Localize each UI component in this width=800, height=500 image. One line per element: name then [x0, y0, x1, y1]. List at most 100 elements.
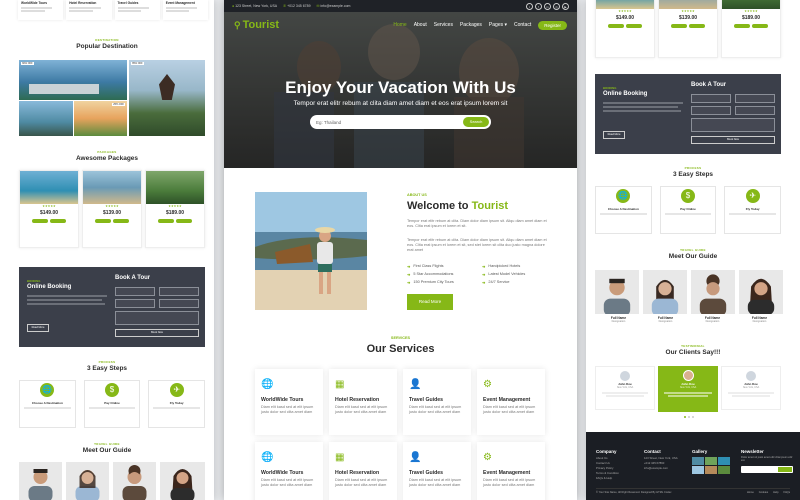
service-card[interactable]: ▦ Hotel Reservation Diam elit kasd sed at …: [329, 442, 397, 500]
newsletter-signup-button[interactable]: [778, 467, 792, 472]
feature-item: ➜ First Class Flights: [407, 262, 482, 270]
package-price: $149.00: [615, 14, 635, 21]
read-more-button[interactable]: [158, 219, 174, 224]
footer-bottom-link[interactable]: Home: [747, 491, 754, 494]
section-subtitle: PROCESS: [98, 360, 116, 364]
book-now-button[interactable]: [113, 219, 129, 224]
email-field[interactable]: [735, 94, 775, 103]
booking-title: Online Booking: [27, 284, 72, 290]
gallery-thumb[interactable]: [718, 466, 730, 474]
name-field[interactable]: [691, 94, 731, 103]
location-icon: ●: [232, 4, 235, 8]
read-more-button[interactable]: Read More: [407, 294, 453, 310]
destination-image[interactable]: 35% OFF: [129, 60, 205, 136]
gallery-thumb[interactable]: [692, 466, 704, 474]
service-card[interactable]: ⚙ Event Management Diam elit kasd sed at e…: [477, 369, 545, 435]
nav-services[interactable]: Services: [434, 22, 453, 28]
guide-role: Designation: [611, 320, 626, 323]
request-textarea[interactable]: [691, 118, 775, 132]
read-more-button[interactable]: [734, 23, 750, 28]
youtube-icon[interactable]: ▶: [562, 2, 569, 10]
nav-about[interactable]: About: [414, 22, 427, 28]
service-card[interactable]: ▦ Hotel Reservation Diam elit kasd sed at …: [329, 369, 397, 435]
destination-select[interactable]: [159, 299, 199, 308]
instagram-icon[interactable]: ◎: [553, 2, 560, 10]
guide-photo: [595, 270, 639, 314]
footer-link[interactable]: FAQs & Help: [596, 476, 619, 481]
book-now-button[interactable]: Book Now: [691, 136, 775, 144]
guide-photo: [691, 270, 735, 314]
gallery-thumb[interactable]: [705, 457, 717, 465]
footer-bottom-link[interactable]: FAQs: [784, 491, 791, 494]
search-button[interactable]: Search: [463, 117, 489, 127]
package-price: $189.00: [165, 210, 185, 217]
section-subtitle: PACKAGES: [97, 150, 117, 154]
nav-packages[interactable]: Packages: [460, 22, 482, 28]
destination-image[interactable]: 30% OFF: [19, 60, 127, 100]
service-card[interactable]: 🌐 WorldWide Tours Diam elit kasd sed at el…: [255, 369, 323, 435]
service-desc: Diam elit kasd sed at elit ipsum justo d…: [261, 405, 314, 414]
book-now-button[interactable]: [176, 219, 192, 224]
facebook-icon[interactable]: f: [535, 2, 542, 10]
about-paragraph: Tempor erat elitr rebum at clita. Diam d…: [407, 219, 547, 228]
read-more-button[interactable]: [671, 23, 687, 28]
booking-form-title: Book A Tour: [691, 82, 727, 88]
book-now-button[interactable]: [626, 23, 642, 28]
gallery-thumb[interactable]: [705, 466, 717, 474]
footer-bottom-link[interactable]: Help: [773, 491, 778, 494]
read-more-button[interactable]: [608, 23, 624, 28]
twitter-icon[interactable]: t: [526, 2, 533, 10]
read-more-button[interactable]: [32, 219, 48, 224]
name-field[interactable]: [115, 287, 155, 296]
nav-home[interactable]: Home: [393, 22, 406, 28]
read-more-button[interactable]: Read More: [27, 324, 49, 332]
destination-image[interactable]: [19, 101, 73, 136]
email-field[interactable]: [159, 287, 199, 296]
footer-bottom-links: Home Cookies Help FAQs: [747, 491, 790, 494]
section-title: Meet Our Guide: [668, 253, 718, 260]
package-price: $189.00: [741, 14, 761, 21]
about-title-text: Welcome to: [407, 200, 472, 212]
booking-title: Online Booking: [603, 91, 648, 97]
date-field[interactable]: [691, 106, 731, 115]
linkedin-icon[interactable]: in: [544, 2, 551, 10]
book-now-button[interactable]: Book Now: [115, 329, 199, 337]
services-subtitle: SERVICES: [390, 336, 411, 340]
book-now-button[interactable]: [752, 23, 768, 28]
step-title: Fly Today: [169, 401, 184, 405]
service-card[interactable]: 🌐 WorldWide Tours Diam elit kasd sed at el…: [255, 442, 323, 500]
gallery-thumb[interactable]: [692, 457, 704, 465]
service-card[interactable]: ⚙ Event Management Diam elit kasd sed at e…: [477, 442, 545, 500]
search-input[interactable]: Eg: Thailand: [316, 120, 341, 125]
package-price: $139.00: [102, 210, 122, 217]
arrow-right-icon: ➜: [482, 271, 486, 277]
date-field[interactable]: [115, 299, 155, 308]
footer-contact-lines: 123 Street, New York, USA +012 345 67890…: [644, 456, 678, 471]
gallery-thumb[interactable]: [718, 457, 730, 465]
request-textarea[interactable]: [115, 311, 199, 325]
hotel-icon: ▦: [335, 379, 345, 390]
service-card[interactable]: 👤 Travel Guides Diam elit kasd sed at elit…: [403, 369, 471, 435]
testimonial-card[interactable]: John Doe New York, USA: [595, 366, 655, 410]
testimonial-card-active[interactable]: John Doe New York, USA: [658, 366, 718, 412]
brand-logo[interactable]: ⚲ Tourist: [234, 19, 279, 31]
nav-pages-dropdown[interactable]: Pages ▾: [489, 22, 507, 28]
nav-contact[interactable]: Contact: [514, 22, 531, 28]
booking-form-title: Book A Tour: [115, 275, 151, 281]
register-button[interactable]: Register: [538, 20, 567, 30]
globe-icon: 🌐: [261, 452, 274, 463]
testimonial-card[interactable]: John Doe New York, USA: [721, 366, 781, 410]
guide-photo: [19, 462, 62, 500]
footer-bottom-link[interactable]: Cookies: [759, 491, 768, 494]
arrow-right-icon: ➜: [482, 279, 486, 285]
destination-image[interactable]: 25% OFF: [74, 101, 127, 136]
carousel-dots[interactable]: [684, 416, 694, 418]
footer-gallery: [692, 457, 730, 474]
newsletter-email-input[interactable]: [741, 466, 793, 473]
service-card[interactable]: 👤 Travel Guides Diam elit kasd sed at elit…: [403, 442, 471, 500]
book-now-button[interactable]: [50, 219, 66, 224]
read-more-button[interactable]: Read More: [603, 131, 625, 139]
book-now-button[interactable]: [689, 23, 705, 28]
read-more-button[interactable]: [95, 219, 111, 224]
destination-select[interactable]: [735, 106, 775, 115]
